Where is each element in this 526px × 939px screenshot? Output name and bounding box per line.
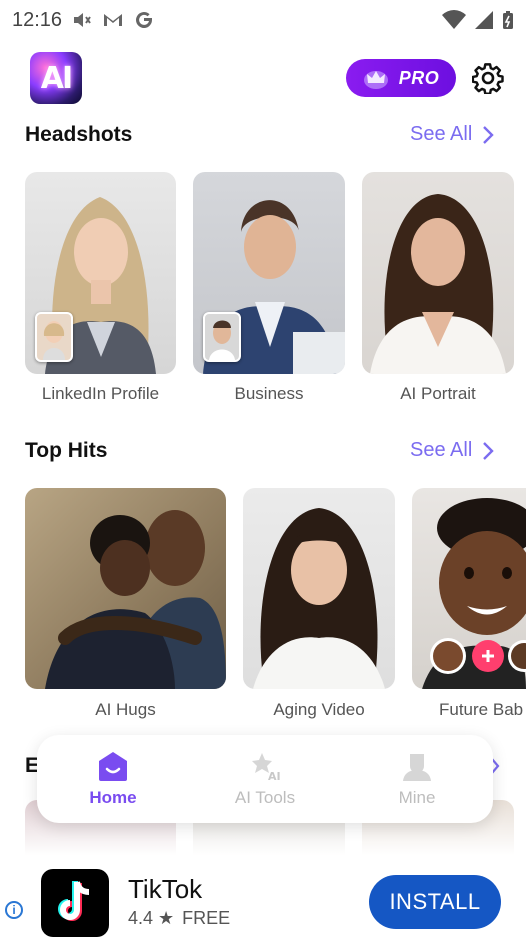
nav-label-home: Home	[89, 788, 137, 807]
signal-icon	[475, 11, 493, 29]
install-button[interactable]: INSTALL	[369, 875, 501, 929]
status-bar: 12:16	[0, 0, 526, 40]
pro-label: PRO	[398, 67, 440, 88]
ad-rating-row: 4.4 ★ FREE	[128, 908, 230, 929]
top-hit-card-aging-video[interactable]	[243, 488, 395, 689]
top-hits-see-all-link[interactable]: See All	[410, 439, 494, 462]
gear-icon	[472, 63, 504, 94]
aging-video-image	[253, 508, 385, 689]
top-hit-label-ai-hugs: AI Hugs	[95, 700, 156, 719]
top-hit-card-ai-hugs[interactable]	[25, 488, 226, 689]
ad-banner[interactable]: i TikTok 4.4 ★ FREE INSTALL	[0, 855, 526, 939]
linkedin-mini-thumbnail	[35, 312, 73, 362]
headshots-see-all-link[interactable]: See All	[410, 123, 494, 146]
ai-tools-icon: AI	[252, 753, 281, 782]
home-icon	[99, 752, 127, 781]
top-hit-card-future-baby[interactable]	[412, 488, 526, 689]
headshot-card-business[interactable]	[193, 172, 345, 374]
ad-price: FREE	[182, 908, 231, 928]
nav-label-mine: Mine	[398, 788, 436, 807]
headshot-card-ai-portrait[interactable]	[362, 172, 514, 374]
chevron-right-icon	[483, 125, 494, 144]
headshot-card-linkedin[interactable]	[25, 172, 176, 374]
nav-item-mine[interactable]: Mine	[357, 750, 477, 808]
nav-item-ai-tools[interactable]: AI AI Tools	[205, 750, 325, 808]
see-all-label: See All	[410, 123, 473, 145]
ad-app-name: TikTok	[128, 874, 203, 904]
svg-text:AI: AI	[268, 770, 281, 782]
tiktok-logo-icon	[58, 881, 90, 921]
headshots-title: Headshots	[25, 123, 133, 146]
top-hits-title: Top Hits	[25, 439, 108, 462]
volume-icon	[74, 13, 91, 27]
see-all-label: See All	[410, 439, 473, 461]
headshot-label-ai-portrait: AI Portrait	[400, 384, 476, 403]
top-hit-label-future-baby: Future Bab	[439, 700, 524, 719]
nav-item-home[interactable]: Home	[53, 750, 173, 808]
app-logo-text: AI	[40, 60, 73, 96]
bottom-navigation: Home AI AI Tools Mine	[37, 735, 493, 823]
ai-portrait-image	[370, 194, 506, 374]
gmail-icon	[104, 14, 123, 26]
app-logo: AI	[30, 52, 82, 104]
ad-info-icon[interactable]: i	[5, 901, 23, 919]
crown-icon	[363, 71, 388, 89]
future-baby-image	[422, 498, 526, 689]
wifi-icon	[442, 10, 466, 29]
chevron-right-icon	[483, 441, 494, 460]
top-hit-label-aging-video: Aging Video	[273, 700, 365, 719]
status-time: 12:16	[12, 8, 63, 31]
settings-button[interactable]	[470, 60, 506, 96]
nav-label-ai-tools: AI Tools	[234, 788, 296, 807]
ad-rating: 4.4 ★	[128, 908, 175, 928]
pro-button[interactable]: PRO	[346, 59, 456, 97]
battery-icon	[503, 11, 513, 29]
headshot-label-business: Business	[234, 384, 304, 403]
ai-hugs-image	[45, 510, 226, 689]
business-mini-thumbnail	[203, 312, 241, 362]
profile-icon	[403, 754, 431, 781]
google-icon	[136, 12, 153, 29]
headshot-label-linkedin: LinkedIn Profile	[41, 384, 160, 403]
tiktok-app-icon	[41, 869, 109, 937]
